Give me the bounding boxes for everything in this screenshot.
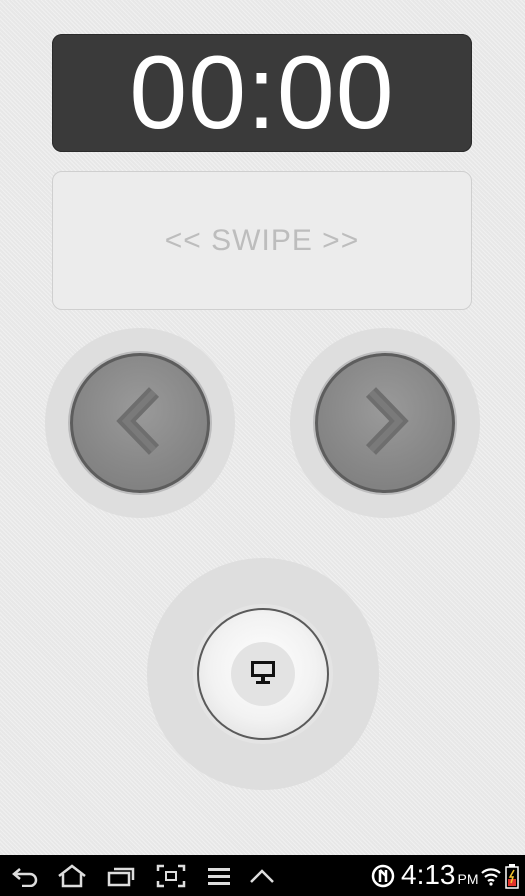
present-button[interactable] (197, 608, 329, 740)
timer-text: 00:00 (129, 35, 395, 151)
status-clock-ampm: PM (457, 871, 479, 887)
chevron-right-icon (357, 386, 413, 461)
sync-icon (370, 863, 396, 889)
back-icon[interactable] (8, 863, 42, 889)
present-button-inner (231, 642, 295, 706)
battery-icon (504, 863, 520, 889)
system-status-bar: 4:13 PM (0, 855, 525, 896)
home-icon[interactable] (54, 863, 90, 889)
screenshot-icon[interactable] (154, 863, 188, 889)
status-clock-time: 4:13 (401, 859, 456, 890)
monitor-icon (249, 658, 277, 691)
wifi-icon (480, 863, 502, 889)
status-clock: 4:13 PM (401, 859, 479, 891)
chevron-left-icon (112, 386, 168, 461)
up-icon[interactable] (246, 863, 278, 889)
menu-icon[interactable] (204, 863, 234, 889)
recent-apps-icon[interactable] (104, 863, 138, 889)
swipe-area[interactable]: << SWIPE >> (52, 171, 472, 310)
timer-display: 00:00 (52, 34, 472, 152)
previous-button[interactable] (70, 353, 210, 493)
next-button[interactable] (315, 353, 455, 493)
app-screen: 00:00 << SWIPE >> (0, 0, 525, 855)
swipe-label: << SWIPE >> (164, 223, 360, 257)
